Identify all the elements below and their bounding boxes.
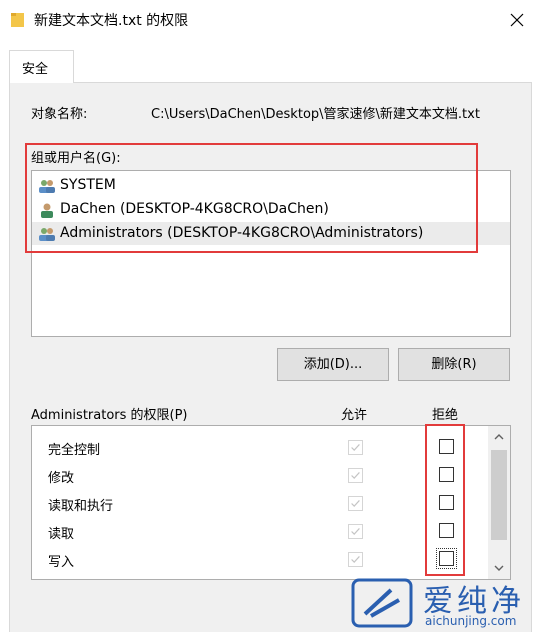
add-button[interactable]: 添加(D)... [277, 348, 389, 381]
permission-name: 写入 [48, 555, 75, 570]
permission-row-write: 写入 [32, 545, 489, 573]
permission-name: 读取和执行 [48, 499, 114, 514]
permissions-scrollbar[interactable] [488, 426, 510, 579]
allow-checkbox-checked-disabled[interactable] [348, 468, 363, 483]
tab-security-label: 安全 [22, 62, 49, 77]
aichunjing-logo-icon [351, 578, 413, 628]
permission-row-full-control: 完全控制 [32, 433, 489, 461]
window-title: 新建文本文档.txt 的权限 [34, 13, 189, 29]
allow-checkbox-checked-disabled[interactable] [348, 440, 363, 455]
allow-checkbox-checked-disabled[interactable] [348, 524, 363, 539]
permission-row-read: 读取 [32, 517, 489, 545]
highlight-box-deny-column [425, 424, 465, 576]
allow-checkbox-checked-disabled[interactable] [348, 496, 363, 511]
remove-button[interactable]: 删除(R) [398, 348, 510, 381]
tab-security[interactable]: 安全 [9, 50, 74, 83]
title-bar: 新建文本文档.txt 的权限 [0, 0, 541, 40]
close-icon[interactable] [503, 6, 531, 34]
watermark-url: aichunjing.com [425, 614, 517, 628]
highlight-box-groups [25, 143, 478, 253]
allow-checkbox-checked-disabled[interactable] [348, 552, 363, 567]
watermark: 爱纯净 aichunjing.com [347, 574, 541, 632]
deny-column-header: 拒绝 [432, 408, 459, 423]
permissions-title: Administrators 的权限(P) [31, 408, 188, 423]
scroll-up-arrow-icon[interactable] [488, 426, 510, 448]
permission-name: 修改 [48, 471, 75, 486]
folder-icon [11, 13, 24, 27]
scroll-thumb[interactable] [491, 450, 507, 540]
allow-column-header: 允许 [341, 408, 368, 423]
object-name-label: 对象名称: [31, 107, 88, 122]
permission-name: 完全控制 [48, 443, 101, 458]
permission-row-modify: 修改 [32, 461, 489, 489]
permission-row-read-execute: 读取和执行 [32, 489, 489, 517]
object-name-value: C:\Users\DaChen\Desktop\管家速修\新建文本文档.txt [151, 107, 480, 122]
permission-name: 读取 [48, 527, 75, 542]
